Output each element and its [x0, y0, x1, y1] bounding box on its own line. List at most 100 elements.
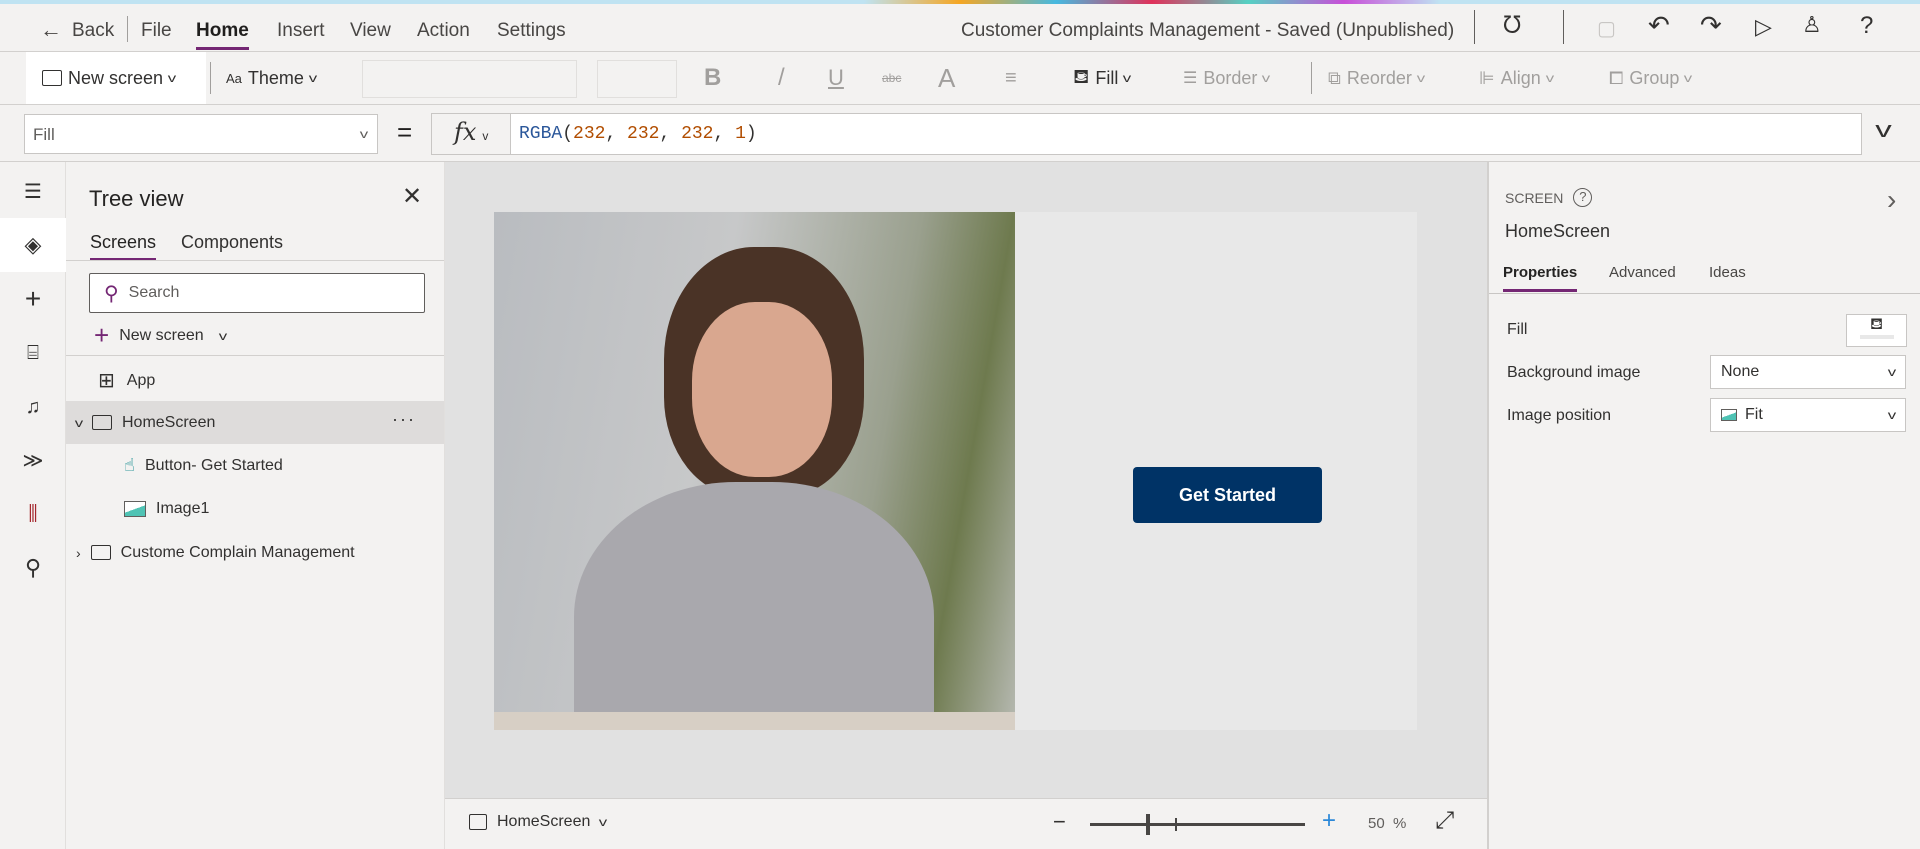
more-options-icon[interactable]: ···: [392, 409, 416, 430]
zoom-in-icon[interactable]: +: [1322, 807, 1336, 835]
divider: [1474, 10, 1475, 44]
zoom-out-icon[interactable]: −: [1053, 809, 1066, 835]
fill-button[interactable]: ⛾ Fill v: [1073, 52, 1132, 104]
new-screen-button[interactable]: New screen v: [42, 52, 176, 104]
dropdown-value: Fit: [1745, 406, 1763, 423]
zoom-slider[interactable]: [1090, 814, 1305, 835]
redo-icon[interactable]: ↷: [1700, 10, 1722, 41]
arg: 232: [681, 124, 714, 144]
property-value: Fill: [33, 125, 55, 144]
back-button[interactable]: ← Back: [40, 17, 114, 43]
chevron-down-icon: v: [482, 129, 489, 143]
italic-button[interactable]: /: [778, 52, 785, 104]
collapse-panel-chevron-icon[interactable]: ›: [1887, 184, 1896, 216]
menu-home[interactable]: Home: [196, 20, 249, 50]
chevron-down-icon: v: [1887, 408, 1897, 422]
hamburger-menu-icon[interactable]: ☰: [0, 169, 66, 213]
paren: ): [745, 124, 757, 144]
font-color-button[interactable]: A: [938, 52, 955, 104]
chevron-down-icon: v: [1545, 71, 1554, 85]
tree-view-layers-icon[interactable]: ◈: [0, 218, 66, 272]
help-icon[interactable]: ?: [1860, 12, 1873, 40]
tree-item-button-get-started[interactable]: ☝ Button- Get Started: [66, 444, 444, 487]
divider: [66, 260, 444, 261]
image-position-dropdown[interactable]: Fit v: [1710, 398, 1906, 432]
font-dropdown[interactable]: [362, 60, 577, 98]
menu-file[interactable]: File: [141, 20, 172, 42]
image1-photo[interactable]: [494, 212, 1015, 730]
tab-components[interactable]: Components: [181, 232, 283, 253]
properties-panel: SCREEN ? › HomeScreen Properties Advance…: [1487, 162, 1920, 849]
menu-action[interactable]: Action: [417, 20, 470, 42]
tree-item-image1[interactable]: Image1: [66, 487, 444, 530]
align-button[interactable]: ⊫ Align v: [1479, 52, 1554, 104]
image-position-label: Image position: [1507, 407, 1612, 424]
reorder-button[interactable]: ⧉ Reorder v: [1328, 52, 1425, 104]
get-started-button[interactable]: Get Started: [1133, 467, 1322, 523]
selection-kind: SCREEN ?: [1505, 188, 1593, 207]
expand-formula-chevron-icon[interactable]: v: [1875, 117, 1892, 143]
tree-view-panel: Tree view ✕ Screens Components ⚲ Search …: [66, 162, 445, 849]
property-dropdown[interactable]: Fill v: [24, 114, 378, 154]
tab-properties[interactable]: Properties: [1503, 264, 1578, 292]
bold-button[interactable]: B: [704, 52, 721, 104]
fill-color-picker[interactable]: ⛾: [1846, 314, 1907, 347]
menu-view[interactable]: View: [350, 20, 391, 42]
strikethrough-button[interactable]: abc: [882, 52, 901, 104]
search-input[interactable]: ⚲ Search: [89, 273, 425, 313]
fx-button[interactable]: fx v: [431, 113, 511, 155]
menu-bar: ← Back File Home Insert View Action Setti…: [0, 4, 1920, 52]
canvas-bottom-bar: HomeScreen v − + 50 % ⤢: [445, 798, 1487, 849]
power-automate-icon[interactable]: ≫: [0, 438, 66, 482]
fill-label: Fill: [1507, 321, 1528, 338]
tab-advanced[interactable]: Advanced: [1609, 264, 1676, 281]
border-button[interactable]: ☰ Border v: [1183, 52, 1271, 104]
fit-to-window-icon[interactable]: ⤢: [1435, 807, 1454, 835]
tree-item-homescreen[interactable]: v HomeScreen ···: [66, 401, 444, 444]
zoom-value: 50: [1368, 815, 1385, 832]
font-size-dropdown[interactable]: [597, 60, 677, 98]
arg: 1: [735, 124, 746, 144]
theme-button[interactable]: Aa Theme v: [226, 52, 317, 104]
photo-sweater: [574, 482, 934, 730]
fx-label: fx: [454, 118, 477, 146]
chevron-down-icon[interactable]: v: [75, 416, 83, 430]
divider: [210, 62, 211, 94]
screen-selector[interactable]: HomeScreen v: [469, 813, 608, 831]
new-screen-button[interactable]: + New screen v: [94, 320, 227, 351]
menu-insert[interactable]: Insert: [277, 20, 325, 42]
advanced-tools-icon[interactable]: ⫼: [0, 492, 66, 536]
tree-item-app[interactable]: ⊞ App: [66, 359, 444, 402]
menu-settings[interactable]: Settings: [497, 20, 566, 42]
underline-button[interactable]: U: [828, 52, 844, 104]
search-icon[interactable]: ⚲: [0, 546, 66, 590]
zoom-percent[interactable]: 50 %: [1368, 815, 1406, 832]
kind-label: SCREEN: [1505, 189, 1564, 206]
tab-ideas[interactable]: Ideas: [1709, 264, 1746, 281]
app-checker-stethoscope-icon[interactable]: ᘮ: [1503, 12, 1521, 40]
tree-item-custome-complain-management[interactable]: › Custome Complain Management: [66, 531, 444, 574]
data-cylinder-icon[interactable]: ⌸: [0, 331, 66, 375]
share-user-icon[interactable]: ♙: [1802, 12, 1822, 38]
tab-screens[interactable]: Screens: [90, 232, 157, 261]
play-icon[interactable]: ▷: [1755, 14, 1772, 40]
new-screen-label: New screen: [119, 326, 204, 344]
group-button[interactable]: ⧠ Group v: [1609, 52, 1693, 104]
media-icon[interactable]: ♫: [0, 385, 66, 429]
insert-plus-icon[interactable]: +: [0, 277, 66, 321]
equals-sign: =: [397, 117, 413, 147]
chevron-right-icon[interactable]: ›: [76, 545, 81, 561]
formula-input[interactable]: RGBA(232, 232, 232, 1): [510, 113, 1862, 155]
dropdown-value: None: [1721, 363, 1760, 380]
undo-icon[interactable]: ↶: [1648, 10, 1670, 41]
close-icon[interactable]: ✕: [402, 182, 422, 211]
plus-icon: +: [94, 320, 110, 350]
background-image-dropdown[interactable]: None v: [1710, 355, 1906, 389]
comment-icon[interactable]: ▢: [1597, 16, 1616, 41]
image-control-icon: [124, 500, 146, 517]
zoom-slider-thumb[interactable]: [1145, 814, 1150, 835]
ribbon: New screen v Aa Theme v B / U abc A ≡ ⛾ Fi…: [0, 52, 1920, 105]
text-align-icon[interactable]: ≡: [1005, 52, 1017, 104]
search-icon: ⚲: [104, 282, 119, 305]
help-circle-icon[interactable]: ?: [1573, 188, 1593, 207]
